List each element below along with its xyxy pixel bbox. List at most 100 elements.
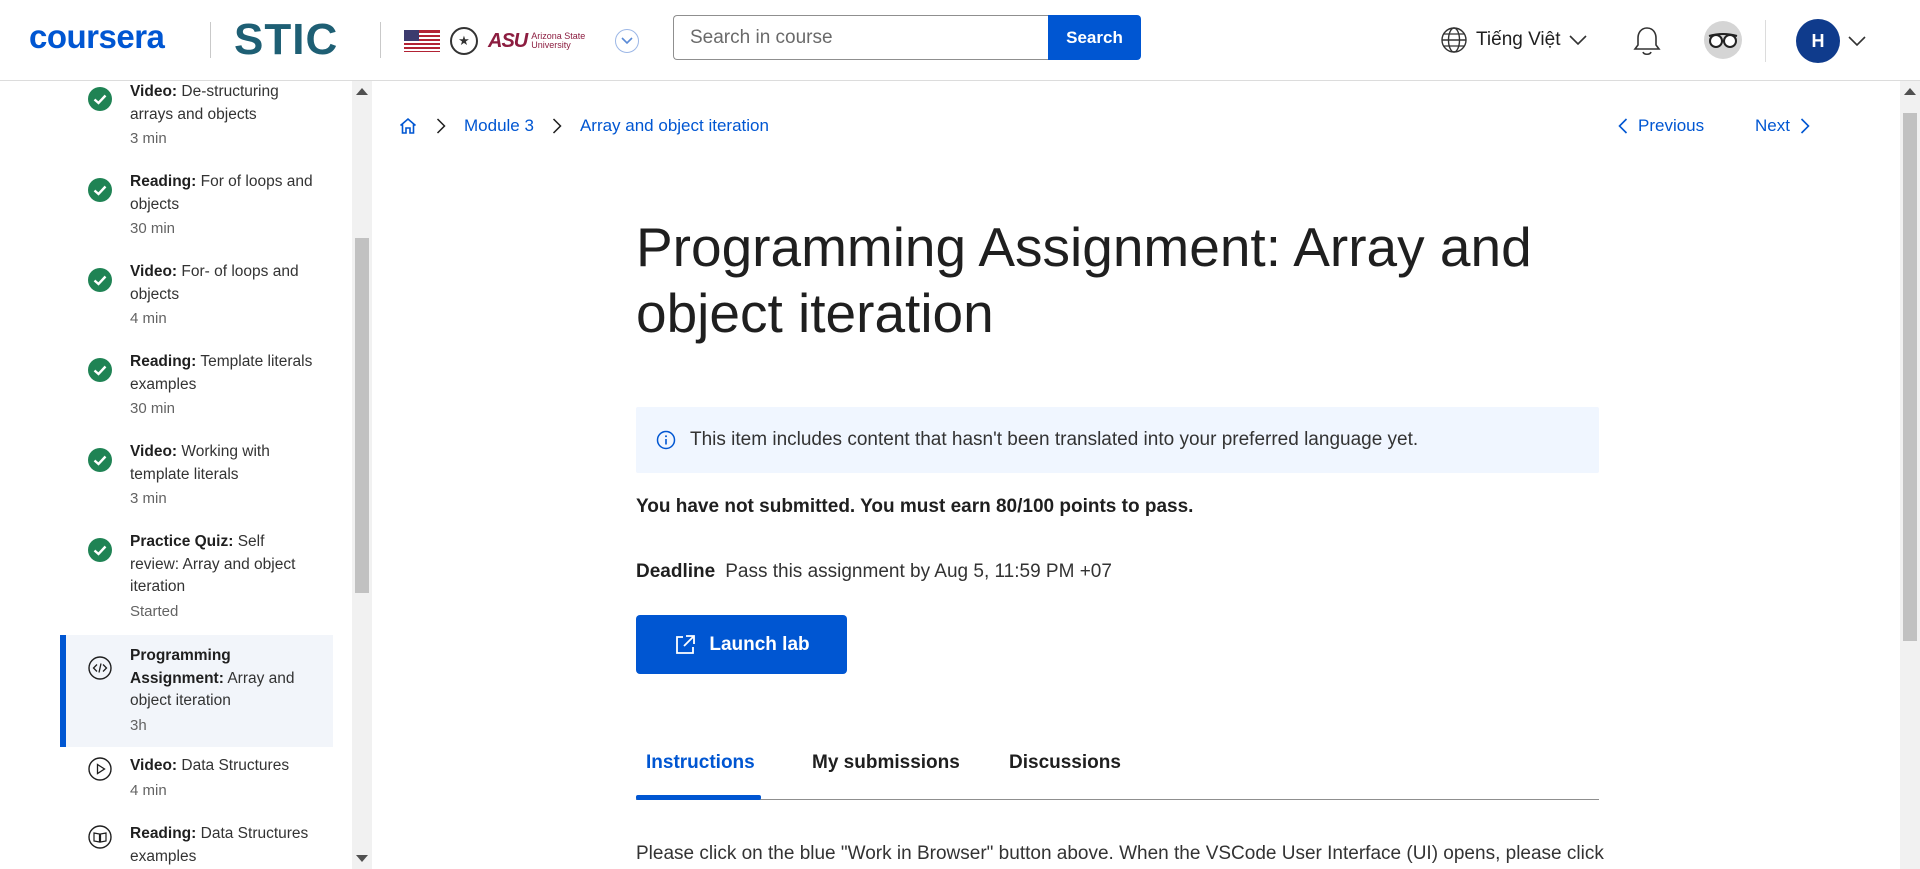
item-duration: 4 min [130, 310, 167, 327]
search-bar: Search [673, 15, 1141, 60]
home-icon[interactable] [398, 116, 418, 136]
active-tab-indicator [636, 795, 761, 800]
translation-notice: This item includes content that hasn't b… [636, 407, 1599, 473]
partner-logos: ★ ASU Arizona State University [404, 26, 591, 56]
user-avatar[interactable]: H [1796, 19, 1840, 63]
book-icon [88, 825, 112, 849]
item-type: Video: [130, 757, 178, 774]
item-type: Programming Assignment: [130, 647, 231, 687]
code-icon [88, 656, 112, 680]
scroll-down-arrow-icon[interactable] [356, 855, 368, 862]
submission-status: You have not submitted. You must earn 80… [636, 496, 1194, 517]
item-type: Reading: [130, 173, 197, 190]
language-label: Tiếng Việt [1476, 29, 1561, 50]
item-duration: 4 min [130, 781, 167, 799]
item-type: Practice Quiz: [130, 533, 234, 550]
chevron-right-icon [1800, 118, 1810, 134]
sidebar-item-text: Video: Data Structures 4 min [130, 755, 315, 802]
asu-logo: ASU Arizona State University [488, 30, 591, 53]
check-circle-icon [88, 268, 112, 292]
play-circle-icon [88, 757, 112, 781]
chevron-right-icon [436, 118, 446, 134]
next-button[interactable]: Next [1755, 116, 1810, 136]
external-link-icon [676, 634, 696, 654]
sidebar-item[interactable]: Practice Quiz: Self review: Array and ob… [60, 531, 333, 631]
assignment-tabs: Instructions My submissions Discussions [636, 740, 1599, 800]
sidebar-item-text: Reading: Data Structures examples [130, 823, 315, 868]
header-divider [380, 22, 381, 58]
header-divider [210, 22, 211, 58]
previous-label: Previous [1638, 116, 1705, 135]
check-circle-icon [88, 538, 112, 562]
item-type: Video: [130, 443, 178, 460]
breadcrumb-module-link[interactable]: Module 3 [464, 116, 534, 136]
instructions-text: Please click on the blue "Work in Browse… [636, 843, 1604, 864]
deadline-row: Deadline Pass this assignment by Aug 5, … [636, 561, 1112, 583]
us-flag-icon [404, 30, 440, 52]
scroll-up-arrow-icon[interactable] [356, 88, 368, 95]
sidebar-item-text: Programming Assignment: Array and object… [130, 645, 315, 737]
globe-icon [1441, 27, 1467, 53]
sidebar-item[interactable]: Video: Data Structures 4 min [60, 755, 333, 815]
sidebar-item[interactable]: Reading: For of loops and objects 30 min [60, 171, 333, 251]
asu-text: Arizona State University [531, 31, 586, 50]
language-selector[interactable]: Tiếng Việt [1440, 26, 1587, 54]
next-label: Next [1755, 116, 1790, 135]
tab-instructions[interactable]: Instructions [646, 752, 755, 774]
item-title: Data Structures [181, 757, 290, 774]
tab-discussions[interactable]: Discussions [1009, 752, 1121, 774]
deadline-value: Pass this assignment by Aug 5, 11:59 PM … [725, 561, 1112, 582]
coursera-logo[interactable]: coursera [29, 18, 165, 56]
search-input[interactable] [673, 15, 1048, 60]
sidebar-item-text: Reading: For of loops and objects 30 min [130, 171, 315, 241]
check-circle-icon [88, 358, 112, 382]
sidebar-scroll-thumb[interactable] [355, 238, 369, 593]
sidebar-item-text: Practice Quiz: Self review: Array and ob… [130, 531, 315, 623]
sidebar-item[interactable]: Reading: Data Structures examples [60, 823, 333, 869]
chevron-down-icon [1848, 36, 1866, 47]
sidebar-item-text: Video: Working with template literals 3 … [130, 441, 315, 511]
notifications-button[interactable] [1630, 24, 1664, 63]
course-outline-sidebar: Video: De-structuring arrays and objects… [0, 81, 372, 869]
launch-lab-label: Launch lab [709, 633, 810, 655]
check-circle-icon [88, 87, 112, 111]
state-seal-icon: ★ [450, 27, 478, 55]
item-duration: 3h [130, 716, 147, 734]
item-type: Reading: [130, 825, 197, 842]
tab-my-submissions[interactable]: My submissions [812, 752, 960, 774]
deadline-label: Deadline [636, 561, 716, 582]
item-duration: 30 min [130, 400, 176, 417]
partner-expand-button[interactable] [615, 29, 639, 53]
chevron-right-icon [552, 118, 562, 134]
breadcrumb-current-page[interactable]: Array and object iteration [580, 116, 769, 136]
page-title: Programming Assignment: Array and object… [636, 216, 1532, 344]
info-icon [656, 430, 676, 450]
breadcrumb: Module 3 Array and object iteration [398, 116, 769, 136]
item-duration: 3 min [130, 490, 167, 507]
stic-logo[interactable]: STIC [234, 15, 338, 65]
sidebar-item-text: Video: For- of loops and objects 4 min [130, 261, 315, 331]
launch-lab-button[interactable]: Launch lab [636, 615, 847, 674]
check-circle-icon [88, 448, 112, 472]
sidebar-item[interactable]: Reading: Template literals examples 30 m… [60, 351, 333, 431]
user-menu-toggle[interactable] [1848, 33, 1866, 51]
scroll-up-arrow-icon[interactable] [1904, 88, 1916, 95]
item-duration: 30 min [130, 220, 176, 237]
previous-button[interactable]: Previous [1618, 116, 1704, 136]
search-button[interactable]: Search [1048, 15, 1141, 60]
chevron-down-icon [621, 37, 633, 45]
item-type: Video: [130, 263, 178, 280]
chevron-left-icon [1618, 118, 1628, 134]
ai-coach-avatar[interactable] [1704, 21, 1742, 59]
bell-icon [1633, 27, 1661, 56]
main-scroll-thumb[interactable] [1903, 113, 1917, 641]
notice-text: This item includes content that hasn't b… [690, 429, 1419, 450]
sidebar-item-text: Video: De-structuring arrays and objects… [130, 81, 315, 151]
check-circle-icon [88, 178, 112, 202]
item-duration: 3 min [130, 130, 167, 147]
sidebar-item[interactable]: Video: De-structuring arrays and objects… [60, 81, 333, 161]
sidebar-item[interactable]: Video: For- of loops and objects 4 min [60, 261, 333, 341]
asu-mark: ASU [488, 29, 528, 52]
sidebar-item-active[interactable]: Programming Assignment: Array and object… [60, 635, 333, 747]
sidebar-item[interactable]: Video: Working with template literals 3 … [60, 441, 333, 521]
